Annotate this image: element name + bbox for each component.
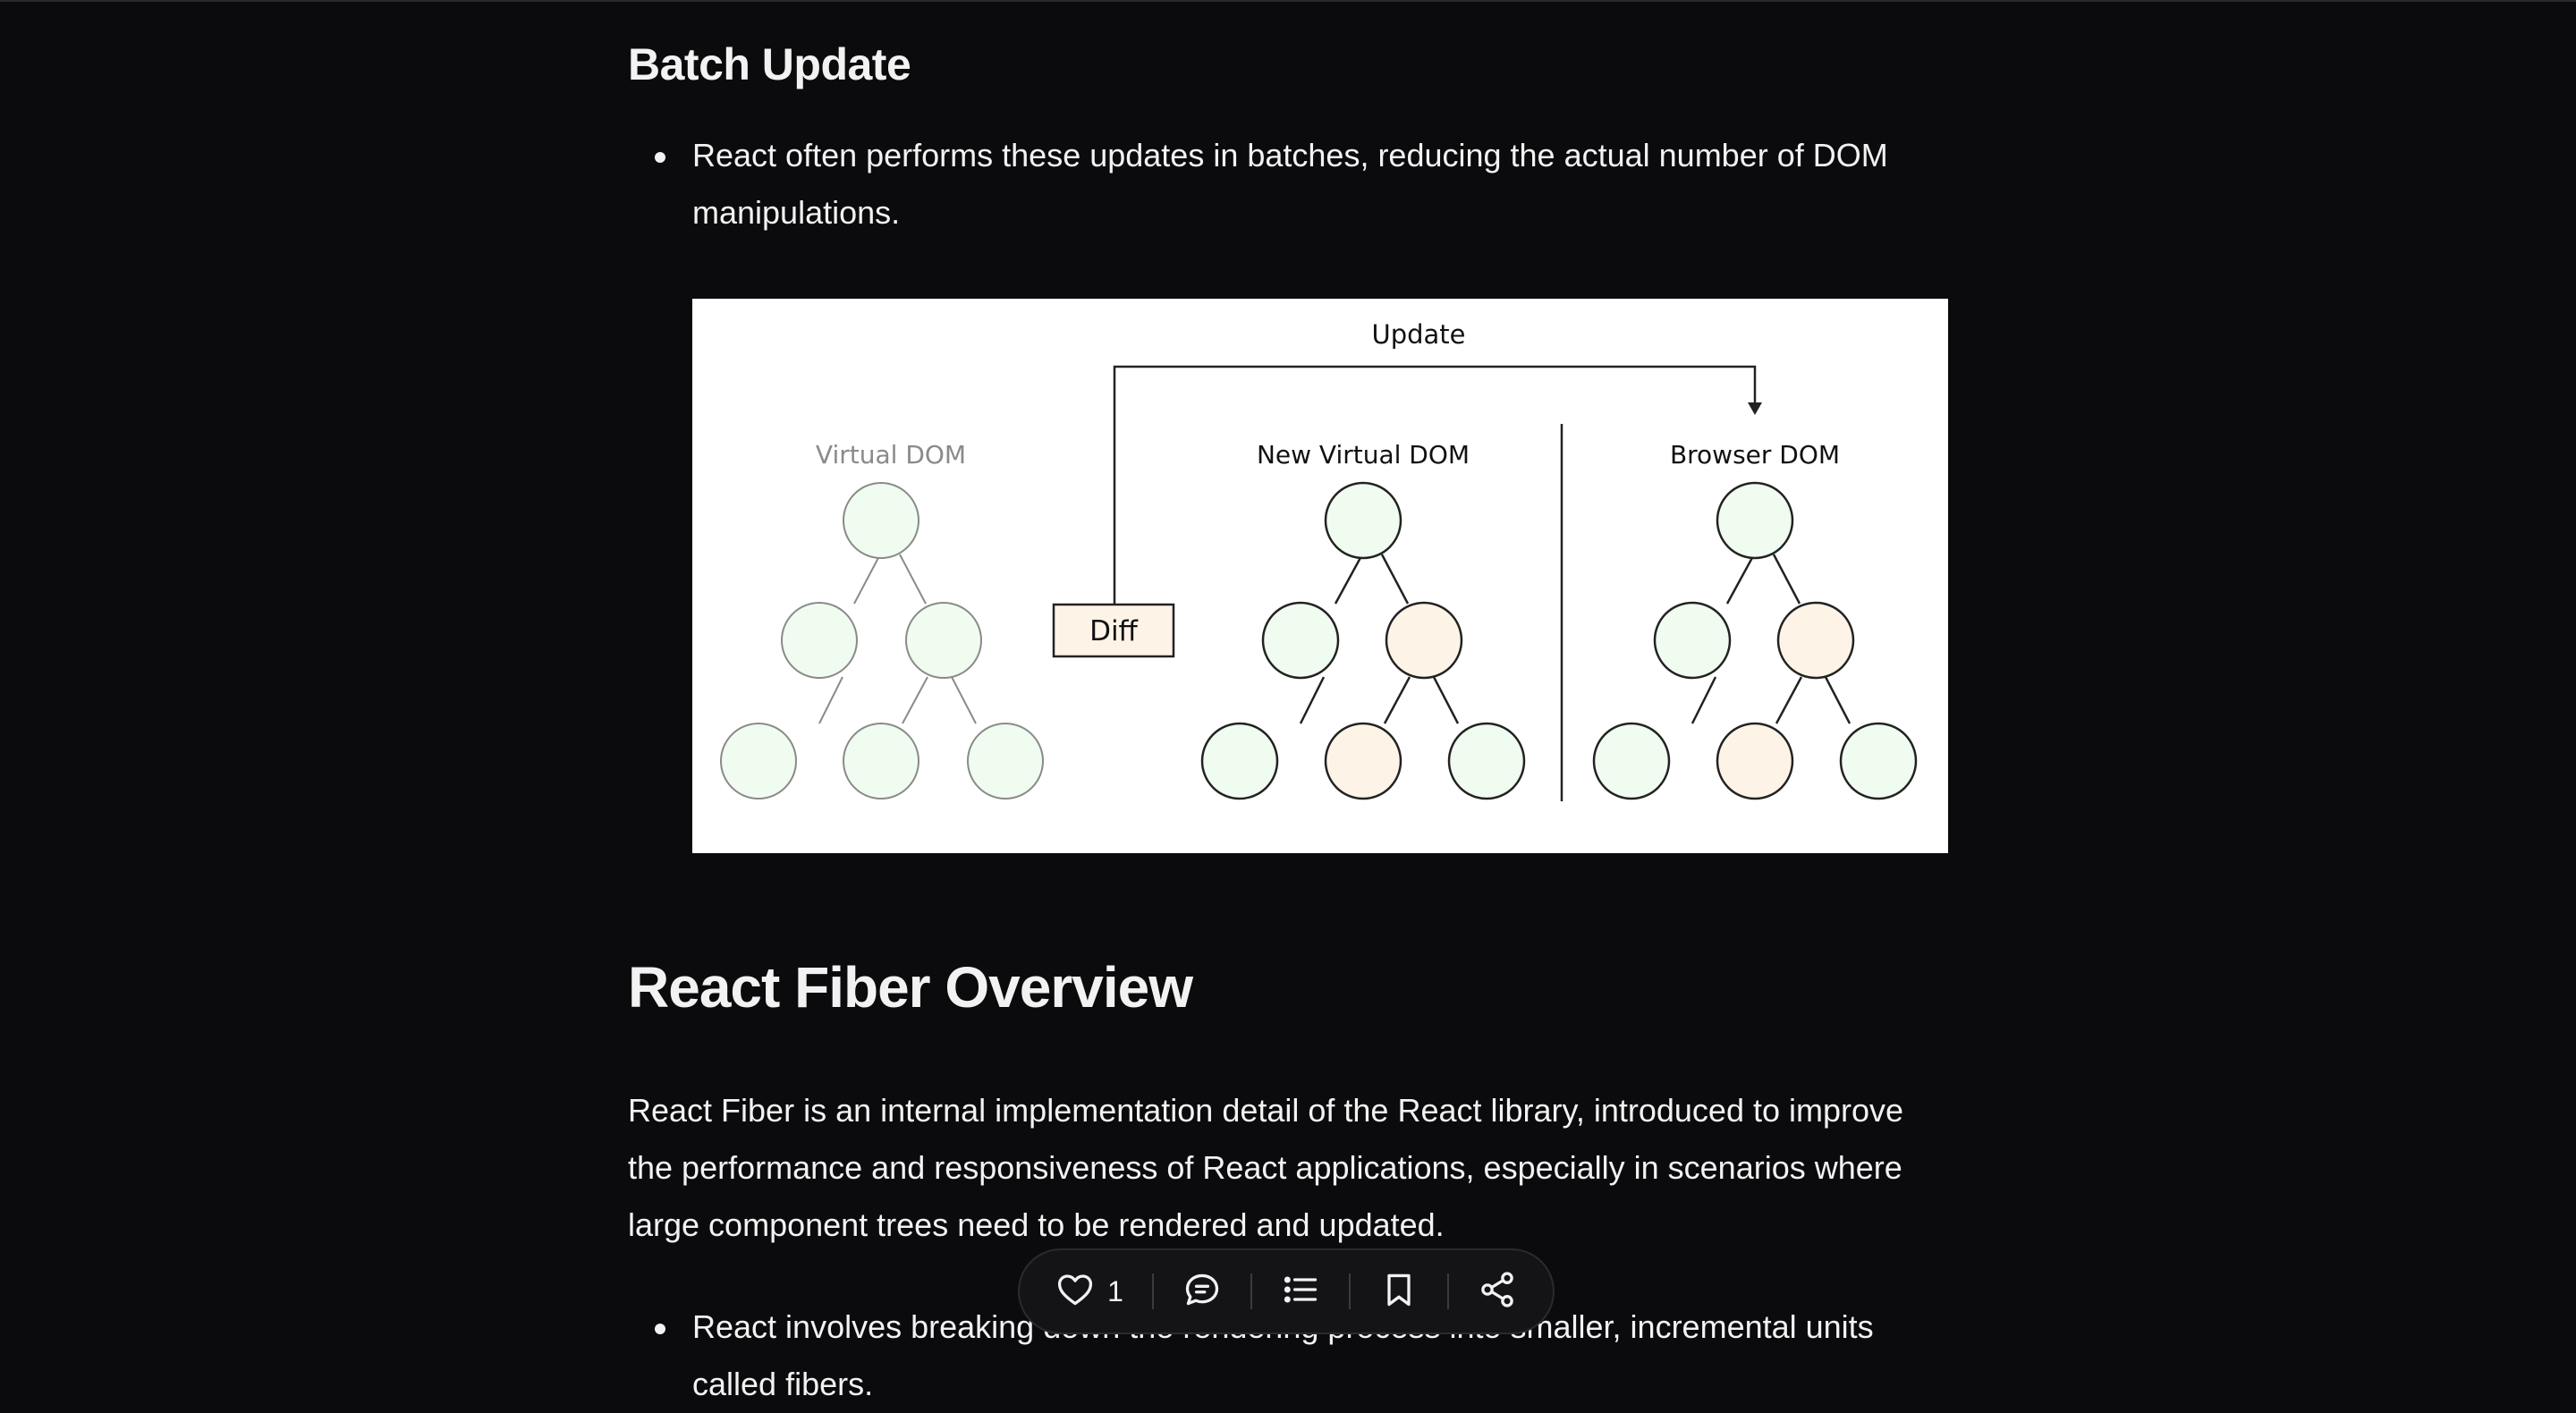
browser-dom-tree bbox=[1592, 481, 1918, 800]
heart-icon bbox=[1055, 1270, 1095, 1314]
toolbar-separator bbox=[1250, 1273, 1252, 1309]
diff-label: Diff bbox=[1089, 615, 1138, 647]
top-divider bbox=[0, 0, 2576, 2]
section-title-batch-update: Batch Update bbox=[628, 39, 911, 89]
comment-icon bbox=[1182, 1270, 1222, 1314]
bookmark-button[interactable] bbox=[1363, 1263, 1435, 1320]
section-title-react-fiber: React Fiber Overview bbox=[628, 955, 1193, 1020]
like-count: 1 bbox=[1107, 1274, 1123, 1307]
share-button[interactable] bbox=[1462, 1263, 1533, 1320]
toolbar-separator bbox=[1446, 1273, 1449, 1309]
floating-action-toolbar: 1 bbox=[1018, 1248, 1555, 1334]
like-button[interactable]: 1 bbox=[1039, 1263, 1140, 1320]
comment-button[interactable] bbox=[1166, 1263, 1238, 1320]
table-of-contents-button[interactable] bbox=[1265, 1263, 1336, 1320]
list-icon bbox=[1281, 1270, 1320, 1314]
bookmark-icon bbox=[1379, 1270, 1419, 1314]
toolbar-separator bbox=[1348, 1273, 1351, 1309]
diff-box: Diff bbox=[1052, 603, 1175, 658]
bullet-batch-update: React often performs these updates in ba… bbox=[655, 127, 1945, 241]
fiber-paragraph: React Fiber is an internal implementatio… bbox=[628, 1092, 1904, 1243]
diagram-svg: Update Diff Virtual DOM New Virtual DOM … bbox=[720, 319, 1918, 801]
new-virtual-dom-label: New Virtual DOM bbox=[1257, 440, 1470, 470]
update-arrow bbox=[1113, 365, 1762, 605]
virtual-dom-tree bbox=[720, 482, 1044, 800]
browser-dom-label: Browser DOM bbox=[1670, 440, 1840, 470]
update-label: Update bbox=[1371, 319, 1465, 350]
new-virtual-dom-tree bbox=[1200, 481, 1526, 800]
virtual-dom-label: Virtual DOM bbox=[816, 440, 966, 470]
toolbar-separator bbox=[1151, 1273, 1154, 1309]
virtual-dom-diagram: Update Diff Virtual DOM New Virtual DOM … bbox=[692, 299, 1948, 853]
share-icon bbox=[1478, 1270, 1517, 1314]
